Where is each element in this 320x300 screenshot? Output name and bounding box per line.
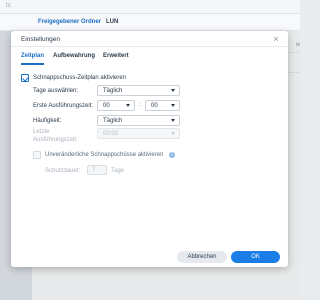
first-run-minute-dropdown[interactable]: 00 [145, 100, 180, 111]
frequency-dropdown[interactable]: Täglich [97, 115, 180, 126]
topbar-text: ts [6, 3, 11, 9]
chevron-down-icon [171, 119, 175, 122]
tab-lun[interactable]: LUN [106, 19, 118, 25]
cancel-button[interactable]: Abbrechen [177, 251, 227, 263]
tab-retention[interactable]: Aufbewahrung [53, 53, 95, 59]
protection-input: 7 [87, 165, 107, 175]
first-run-minute-value: 00 [151, 103, 158, 109]
select-days-dropdown[interactable]: Täglich [97, 85, 180, 96]
dialog-header: Einstellungen × [11, 31, 288, 47]
settings-dialog: Einstellungen × Zeitplan Aufbewahrung Er… [11, 31, 288, 267]
app-tabs: Freigegebener Ordner LUN [0, 14, 300, 31]
tab-advanced[interactable]: Erweitert [103, 53, 129, 59]
select-days-label: Tage auswählen: [33, 88, 79, 94]
chevron-down-icon [171, 132, 175, 135]
protection-label: Schutzdauer: [45, 168, 81, 174]
last-run-label-line1: Letzte [33, 129, 50, 135]
immutable-snapshots-checkbox[interactable] [33, 151, 41, 159]
chevron-down-icon [171, 89, 175, 92]
tab-schedule[interactable]: Zeitplan [21, 53, 45, 65]
dialog-title: Einstellungen [21, 36, 61, 43]
time-separator: : [139, 102, 141, 108]
info-icon[interactable]: i [169, 152, 175, 158]
first-run-hour-dropdown[interactable]: 00 [97, 100, 135, 111]
enable-schedule-checkbox[interactable] [21, 74, 29, 82]
last-run-label-line2: Ausführungszeit: [33, 136, 78, 143]
chevron-down-icon [171, 104, 175, 107]
immutable-snapshots-label: Unveränderliche Schnappschüsse aktiviere… [45, 152, 164, 158]
enable-schedule-label: Schnappschuss-Zeitplan aktivieren [33, 75, 127, 81]
ok-button[interactable]: OK [231, 251, 280, 263]
close-icon[interactable]: × [271, 34, 281, 44]
tab-shared-folder[interactable]: Freigegebener Ordner [38, 19, 101, 25]
first-run-label: Erste Ausführungszeit: [33, 103, 94, 109]
last-run-value: 00:00 [103, 131, 119, 137]
frequency-value: Täglich [103, 118, 123, 124]
select-days-value: Täglich [103, 88, 123, 94]
chevron-down-icon [126, 104, 130, 107]
last-run-label: Letzte Ausführungszeit: [33, 129, 78, 144]
frequency-label: Häufigkeit: [33, 118, 62, 124]
last-run-dropdown: 00:00 [97, 128, 180, 139]
app-topbar: ts [0, 0, 300, 14]
protection-unit: Tage [111, 168, 125, 174]
first-run-hour-value: 00 [103, 103, 110, 109]
